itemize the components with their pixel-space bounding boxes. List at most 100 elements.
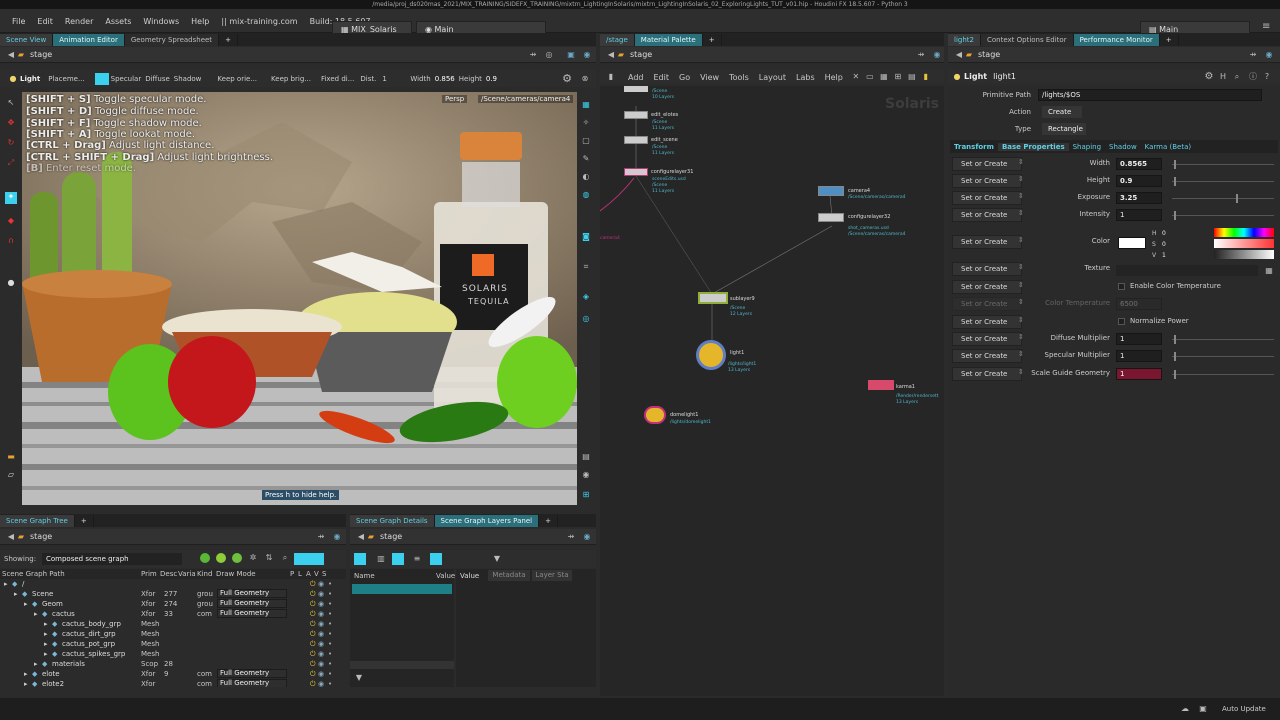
add-tab-button[interactable]: + xyxy=(219,34,238,46)
diffuse-toggle[interactable]: Diffuse xyxy=(145,75,170,83)
draw-mode-dropdown[interactable]: Full Geometry xyxy=(217,599,287,608)
checkbox[interactable] xyxy=(1118,283,1125,290)
net-view-icon[interactable]: ▤ xyxy=(907,72,917,82)
specular-toggle-icon[interactable] xyxy=(94,72,109,85)
help-icon-5[interactable]: ◉ xyxy=(1264,50,1274,60)
solo-icon[interactable]: • xyxy=(328,659,332,669)
draw-mode-dropdown[interactable]: Full Geometry xyxy=(217,589,287,598)
menu-file[interactable]: File xyxy=(6,17,31,26)
settings-icon[interactable]: ✲ xyxy=(248,553,258,563)
action-dropdown[interactable]: Create xyxy=(1042,106,1082,118)
tab-context-options[interactable]: Context Options Editor xyxy=(980,34,1074,46)
net-menu-add[interactable]: Add xyxy=(628,73,644,82)
help-icon-4[interactable]: ◉ xyxy=(932,50,942,60)
set-or-create-button[interactable]: Set or Create xyxy=(952,315,1022,329)
menu-overflow-icon[interactable]: ≡ xyxy=(1262,21,1274,33)
collapse-icon[interactable] xyxy=(232,553,242,563)
placement-dropdown[interactable]: Placeme... xyxy=(48,75,84,83)
ghost-icon[interactable]: ◈ xyxy=(581,292,591,302)
details-scrollbar[interactable] xyxy=(350,661,454,669)
node-sublayer9[interactable] xyxy=(698,292,728,304)
height-field[interactable]: 0.9 xyxy=(486,75,497,83)
set-or-create-button[interactable]: Set or Create xyxy=(952,280,1022,294)
view-mode-toggle[interactable] xyxy=(294,553,324,565)
activate-icon[interactable]: ⏻ xyxy=(310,649,316,659)
net-color-icon[interactable]: ▮ xyxy=(921,72,931,82)
action-stepper-icon[interactable]: ⇕ xyxy=(1018,333,1024,341)
net-snap-icon[interactable]: ⊞ xyxy=(893,72,903,82)
search-icon[interactable]: ⌕ xyxy=(280,553,290,563)
subtab-base-properties[interactable]: Base Properties xyxy=(997,142,1069,151)
value-ramp[interactable] xyxy=(1214,250,1274,259)
pose-tool-icon[interactable]: ◆ xyxy=(6,216,16,226)
add-tab-button-2[interactable]: + xyxy=(75,515,94,527)
param-slider[interactable] xyxy=(1172,215,1274,216)
tab-geometry-spreadsheet[interactable]: Geometry Spreadsheet xyxy=(124,34,220,46)
col-desc[interactable]: Desc xyxy=(160,569,177,579)
tree-row[interactable]: ▸ ◆ Geom Xfor 274 grou Full Geometry ⏻ ◉ • xyxy=(0,599,340,609)
link-icon[interactable]: ◎ xyxy=(544,50,554,60)
shading-icon[interactable]: ◐ xyxy=(581,172,591,182)
param-value-field[interactable]: 1 xyxy=(1116,368,1162,380)
solo-icon[interactable]: • xyxy=(328,609,332,619)
param-value-field[interactable]: 0.8565 xyxy=(1116,158,1162,170)
slider-handle[interactable] xyxy=(1174,352,1176,361)
tree-expand-icon[interactable]: ▸ xyxy=(34,659,38,669)
back-arrow-icon[interactable]: ◀ xyxy=(6,50,16,60)
pin-icon-5[interactable]: ⇸ xyxy=(1248,50,1258,60)
tree-row[interactable]: ▸ ◆ / ⏻ ◉ • xyxy=(0,579,340,589)
layout-icon[interactable]: ⊞ xyxy=(581,490,591,500)
subtab-shaping[interactable]: Shaping xyxy=(1069,143,1105,151)
tree-row[interactable]: ▸ ◆ Scene Xfor 277 grou Full Geometry ⏻ ◉ • xyxy=(0,589,340,599)
menu-edit[interactable]: Edit xyxy=(31,17,59,26)
tab-animation-editor[interactable]: Animation Editor xyxy=(53,34,125,46)
grid-icon[interactable]: ⌗ xyxy=(581,262,591,272)
tab-material-palette[interactable]: Material Palette xyxy=(634,34,703,46)
visibility-icon[interactable]: ◎ xyxy=(581,314,591,324)
tree-expand-icon[interactable]: ▸ xyxy=(44,649,48,659)
action-stepper-icon[interactable]: ⇕ xyxy=(1018,368,1024,376)
scale-tool-icon[interactable]: ⤢ xyxy=(6,158,16,168)
metadata-tab[interactable]: Metadata xyxy=(488,570,530,581)
params-gear-icon[interactable]: ⚙ xyxy=(1204,71,1214,82)
close-icon[interactable]: ⊗ xyxy=(580,74,590,84)
activate-icon[interactable]: ⏻ xyxy=(310,579,316,589)
action-stepper-icon[interactable]: ⇕ xyxy=(1018,236,1024,244)
dist-field[interactable]: 1 xyxy=(382,75,404,83)
gear-icon[interactable]: ⚙ xyxy=(562,73,572,84)
width-field[interactable]: 0.856 xyxy=(435,75,455,83)
filter-green-icon[interactable] xyxy=(200,553,210,563)
details-filter-icon-2[interactable]: ▼ xyxy=(354,673,364,683)
draw-mode-dropdown[interactable]: Full Geometry xyxy=(217,609,287,618)
set-or-create-button[interactable]: Set or Create xyxy=(952,157,1022,171)
solo-icon[interactable]: • xyxy=(328,679,332,687)
details-filter-icon[interactable]: ▼ xyxy=(492,554,502,564)
node-camera4[interactable] xyxy=(818,186,844,196)
tree-expand-icon[interactable]: ▸ xyxy=(44,629,48,639)
activate-icon[interactable]: ⏻ xyxy=(310,589,316,599)
set-or-create-button[interactable]: Set or Create xyxy=(952,297,1022,311)
tree-expand-icon[interactable]: ▸ xyxy=(34,609,38,619)
light-tool-icon[interactable]: ✦ xyxy=(5,192,17,204)
hue-ramp[interactable] xyxy=(1214,228,1274,237)
param-value-field[interactable]: 6500 xyxy=(1116,298,1162,310)
network-path-2[interactable]: stage xyxy=(626,50,652,59)
network-path[interactable]: stage xyxy=(26,50,52,59)
activate-icon[interactable]: ⏻ xyxy=(310,679,316,687)
menu-help[interactable]: Help xyxy=(185,17,215,26)
net-menu-help[interactable]: Help xyxy=(825,73,843,82)
tree-expand-icon[interactable]: ▸ xyxy=(4,579,8,589)
node-configurelayer31[interactable] xyxy=(624,168,648,176)
col-path[interactable]: Scene Graph Path xyxy=(2,569,65,579)
action-stepper-icon[interactable]: ⇕ xyxy=(1018,316,1024,324)
net-menu-labs[interactable]: Labs xyxy=(796,73,815,82)
action-stepper-icon[interactable]: ⇕ xyxy=(1018,158,1024,166)
node-top[interactable] xyxy=(624,86,648,92)
net-menu-view[interactable]: View xyxy=(700,73,719,82)
selected-attribute-row[interactable] xyxy=(352,584,452,594)
visibility-eye-icon[interactable]: ◉ xyxy=(318,639,324,649)
col-s[interactable]: S xyxy=(322,569,326,579)
camera-menu[interactable]: /Scene/cameras/camera4 xyxy=(478,95,574,103)
col-a[interactable]: A xyxy=(306,569,311,579)
saturation-ramp[interactable] xyxy=(1214,239,1274,248)
